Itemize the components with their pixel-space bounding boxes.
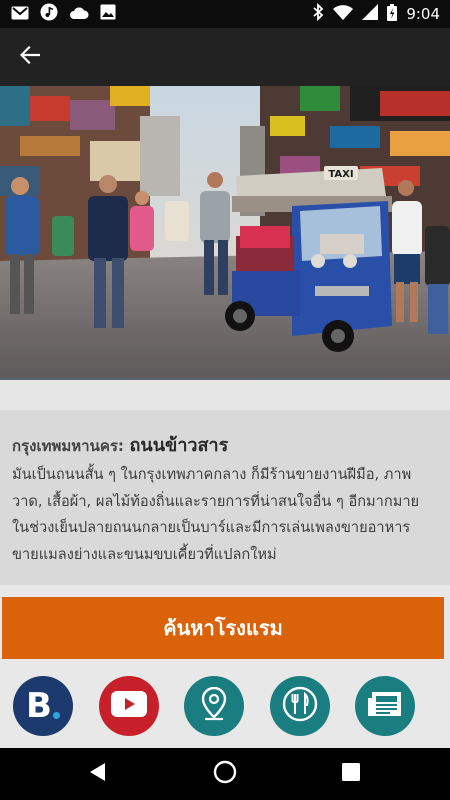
map-button[interactable] [184,676,244,736]
action-icon-row: B [0,668,450,744]
nav-back-button[interactable] [68,748,128,800]
taxi-sign: TAXI [328,169,353,180]
nav-recents-icon [342,763,360,785]
nav-recents-button[interactable] [321,748,381,800]
system-nav-bar [0,748,450,800]
nav-home-button[interactable] [195,748,255,800]
hero-photo: TAXI [0,86,450,378]
description-line: วาด, เสื้อผ้า, ผลไม้ท้องถิ่นและรายการที่… [12,492,420,510]
description-line: มันเป็นถนนสั้น ๆ ในกรุงเทพภาคกลาง ก็มีร้… [12,466,412,483]
music-note-icon [40,3,58,25]
attraction-title: กรุงเทพมหานคร: ถนนข้าวสาร [12,430,228,459]
news-button[interactable] [355,676,415,736]
search-hotels-button[interactable]: ค้นหาโรงแรม [2,597,444,659]
youtube-icon [111,691,147,721]
description-line: ในช่วงเย็นปลายถนนกลายเป็นบาร์และมีการเล่… [12,519,411,536]
arrow-left-icon [19,45,41,68]
youtube-button[interactable] [99,676,159,736]
back-button[interactable] [14,43,46,71]
booking-button[interactable]: B [13,676,73,736]
attraction-info: กรุงเทพมหานคร: ถนนข้าวสาร มันเป็นถนนสั้น… [0,410,450,585]
restaurant-icon [280,684,320,728]
battery-icon [387,3,398,25]
map-pin-icon [201,686,227,725]
clock-time: 9:04 [406,5,440,23]
description-line: ขายแมลงย่างและขนมขบเคี้ยวที่แปลกใหม่ [12,545,277,563]
gmail-icon [11,5,29,24]
nav-back-icon [90,763,106,785]
newspaper-icon [367,689,403,723]
bluetooth-icon [312,2,324,25]
signal-icon [362,4,379,24]
wifi-icon [333,4,354,24]
nav-home-icon [213,760,237,788]
city-label: กรุงเทพมหานคร: [12,437,124,455]
attraction-description: มันเป็นถนนสั้น ๆ ในกรุงเทพภาคกลาง ก็มีร้… [12,462,440,568]
restaurant-button[interactable] [270,676,330,736]
booking-icon: B [26,689,60,723]
image-icon [100,4,116,24]
spacer-band [0,380,450,410]
status-bar: 9:04 [0,0,450,28]
place-name: ถนนข้าวสาร [129,435,229,456]
cloud-icon [69,5,89,24]
app-bar [0,28,450,86]
